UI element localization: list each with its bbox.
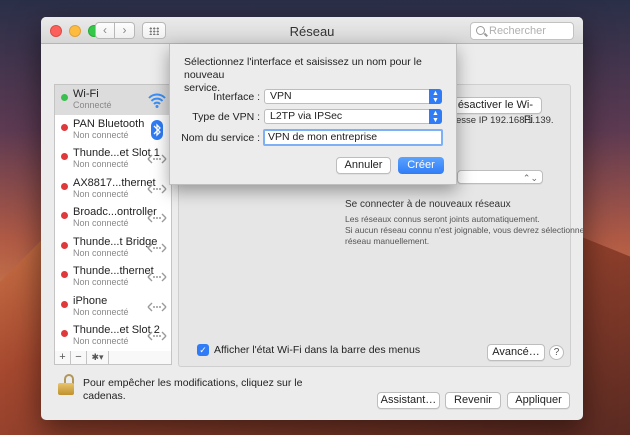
service-item[interactable]: Thunde...t Bridge Non connecté <box>55 233 171 263</box>
service-list[interactable]: Wi-Fi Connecté PAN Bluetooth Non connect… <box>54 84 172 352</box>
service-status: Non connecté <box>73 277 129 287</box>
service-status: Non connecté <box>73 336 129 346</box>
lock-message: Pour empêcher les modifications, cliquez… <box>83 377 303 389</box>
ethernet-icon <box>147 272 167 282</box>
auto-join-help: Les réseaux connus seront joints automat… <box>345 214 540 224</box>
lock-icon[interactable] <box>58 374 74 396</box>
status-dot <box>61 94 68 101</box>
service-item[interactable]: AX8817...thernet Non connecté <box>55 174 171 204</box>
no-network-help: Si aucun réseau connu n'est joignable, v… <box>345 225 583 235</box>
add-service-button[interactable]: + <box>55 351 71 364</box>
service-name: Wi-Fi <box>73 88 99 100</box>
search-placeholder: Rechercher <box>489 25 546 37</box>
service-status: Connecté <box>73 100 112 110</box>
no-network-help-cont: réseau manuellement. <box>345 236 430 246</box>
service-name: iPhone <box>73 294 108 307</box>
create-button[interactable]: Créer <box>398 157 444 174</box>
service-status: Non connecté <box>73 159 129 169</box>
show-wifi-status-label: Afficher l'état Wi-Fi dans la barre des … <box>214 344 421 356</box>
service-name: Broadc...ontroller <box>73 206 157 218</box>
service-item[interactable]: iPhone Non connecté <box>55 292 171 322</box>
ethernet-icon <box>147 331 167 341</box>
disable-wifi-button[interactable]: ésactiver le Wi-Fi <box>449 97 542 126</box>
ethernet-icon <box>147 243 167 252</box>
service-item[interactable]: Broadc...ontroller Non connecté <box>55 203 171 233</box>
service-status: Non connecté <box>73 129 129 140</box>
search-icon <box>476 26 485 35</box>
service-item[interactable]: Thunde...et Slot 2 Non connecté <box>55 321 171 351</box>
ask-join-label: Se connecter à de nouveaux réseaux <box>345 199 511 210</box>
ethernet-icon <box>147 213 167 223</box>
service-name: Thunde...thernet <box>73 265 154 277</box>
service-status: Non connecté <box>73 306 129 317</box>
status-dot <box>61 212 68 219</box>
help-button[interactable]: ? <box>549 345 564 360</box>
lock-message-cont: cadenas. <box>83 390 126 402</box>
service-name: AX8817...thernet <box>73 176 156 189</box>
service-status: Non connecté <box>73 247 129 258</box>
interface-label: Interface : <box>213 91 260 103</box>
remove-service-button[interactable]: − <box>71 351 87 364</box>
bluetooth-icon <box>151 119 163 140</box>
service-item[interactable]: Thunde...et Slot 1 Non connecté <box>55 144 171 174</box>
status-dot <box>61 182 68 190</box>
apply-button[interactable]: Appliquer <box>507 392 570 409</box>
interface-value: VPN <box>270 90 292 102</box>
ethernet-icon <box>147 302 167 311</box>
vpn-type-value: L2TP via IPSec <box>270 110 343 122</box>
status-dot <box>61 153 68 160</box>
network-name-popup[interactable]: ⌃⌄ <box>457 170 543 184</box>
search-field[interactable]: Rechercher <box>470 22 574 40</box>
cancel-button[interactable]: Annuler <box>336 157 391 174</box>
service-item-wifi[interactable]: Wi-Fi Connecté <box>55 85 171 115</box>
status-dot <box>61 241 68 249</box>
ethernet-icon <box>147 154 167 164</box>
assistant-button[interactable]: Assistant… <box>377 392 440 409</box>
service-status: Non connecté <box>73 188 129 199</box>
show-wifi-status-checkbox[interactable]: ✓ <box>197 344 209 356</box>
status-dot <box>61 123 68 131</box>
title-bar: ‹ › Réseau Rechercher <box>41 17 583 44</box>
new-service-sheet: Sélectionnez l'interface et saisissez un… <box>169 44 457 185</box>
service-name-label: Nom du service : <box>181 132 260 144</box>
vpn-type-label: Type de VPN : <box>192 111 260 123</box>
status-dot <box>61 300 68 308</box>
interface-popup[interactable]: VPN ▲ ▼ <box>264 89 442 104</box>
status-dot <box>61 330 68 337</box>
service-name-input[interactable]: VPN de mon entreprise <box>263 129 443 146</box>
chevron-updown-icon: ▲ ▼ <box>429 89 442 104</box>
ip-address-text: esse IP 192.168.1.139. <box>456 115 554 126</box>
ethernet-icon <box>147 184 167 193</box>
service-item-bluetooth[interactable]: PAN Bluetooth Non connecté <box>55 115 171 145</box>
wifi-icon <box>148 93 166 108</box>
service-name: PAN Bluetooth <box>73 117 145 130</box>
advanced-button[interactable]: Avancé… <box>487 344 545 361</box>
service-item[interactable]: Thunde...thernet Non connecté <box>55 262 171 292</box>
service-status: Non connecté <box>73 218 129 228</box>
vpn-type-popup[interactable]: L2TP via IPSec ▲ ▼ <box>264 109 442 124</box>
status-dot <box>61 271 68 278</box>
chevron-updown-icon: ⌃⌄ <box>522 173 538 183</box>
chevron-updown-icon: ▲ ▼ <box>429 109 442 124</box>
action-menu-button[interactable]: ✱▾ <box>87 351 109 364</box>
service-name: Thunde...t Bridge <box>73 235 158 248</box>
revert-button[interactable]: Revenir <box>445 392 501 409</box>
service-list-toolbar: + − ✱▾ <box>54 351 172 365</box>
sheet-message-line1: Sélectionnez l'interface et saisissez un… <box>184 56 422 81</box>
